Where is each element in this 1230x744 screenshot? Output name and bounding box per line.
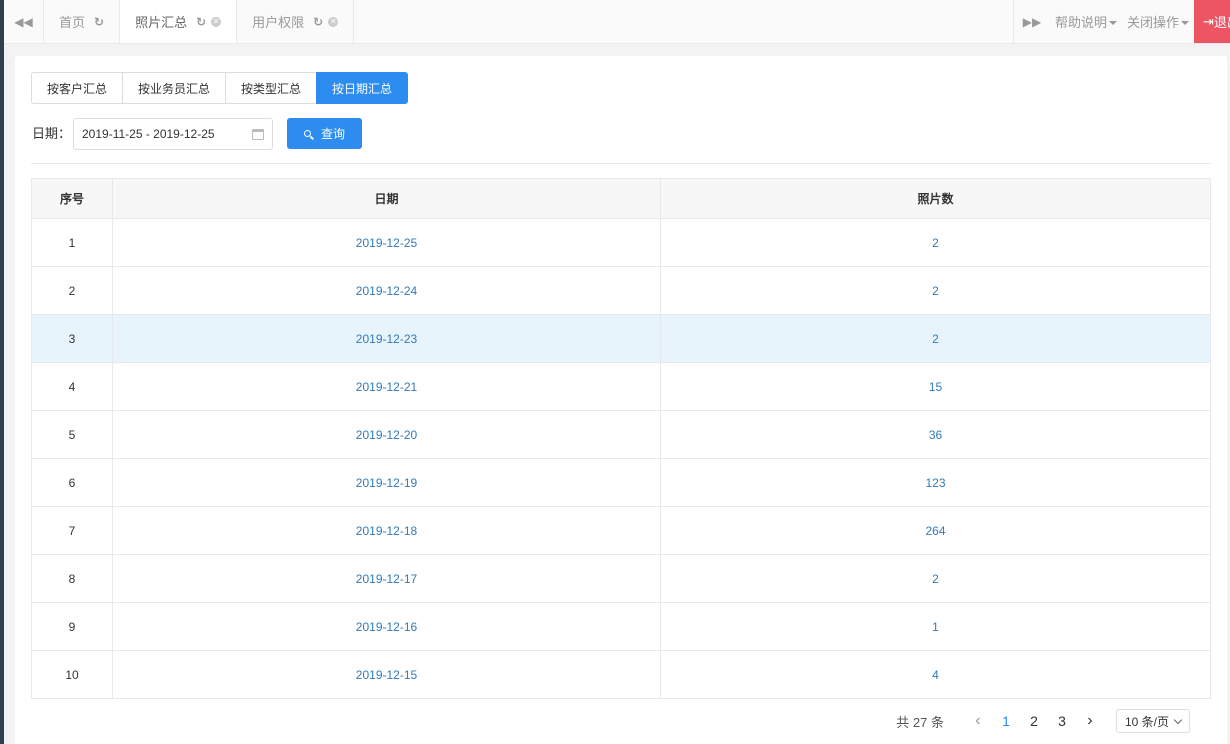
tab-label: 照片汇总 — [135, 15, 188, 30]
prev-page-button[interactable]: ‹ — [964, 712, 992, 730]
calendar-icon[interactable] — [252, 129, 264, 140]
tabs-scroll-right-button[interactable]: ▶▶ — [1014, 0, 1050, 43]
row-photo-count-link[interactable]: 1 — [660, 602, 1211, 651]
row-date-link[interactable]: 2019-12-24 — [112, 266, 661, 315]
refresh-icon[interactable]: ↻ — [313, 15, 323, 29]
refresh-icon[interactable]: ↻ — [196, 15, 206, 29]
close-icon[interactable]: ✕ — [211, 16, 222, 27]
table-row[interactable]: 2 2019-12-24 2 — [31, 266, 1211, 315]
row-photo-count-link[interactable]: 264 — [660, 506, 1211, 555]
help-label: 帮助说明 — [1054, 15, 1107, 30]
row-date-link[interactable]: 2019-12-18 — [112, 506, 661, 555]
caret-down-icon — [1181, 20, 1189, 25]
row-number: 2 — [31, 266, 113, 315]
row-date-link[interactable]: 2019-12-15 — [112, 650, 661, 699]
tab-home[interactable]: 首页 ↻ — [44, 0, 121, 43]
search-button[interactable]: 查询 — [287, 118, 362, 149]
table-row[interactable]: 8 2019-12-17 2 — [31, 554, 1211, 603]
column-header-no[interactable]: 序号 — [31, 178, 113, 219]
row-date-link[interactable]: 2019-12-16 — [112, 602, 661, 651]
date-range-value: 2019-11-25 - 2019-12-25 — [82, 127, 215, 141]
date-range-input[interactable]: 2019-11-25 - 2019-12-25 — [73, 118, 273, 150]
double-right-arrow-icon: ▶▶ — [1022, 14, 1042, 29]
close-operations-menu-button[interactable]: 关闭操作 — [1122, 0, 1194, 43]
summary-by-salesperson-button[interactable]: 按业务员汇总 — [122, 72, 227, 104]
row-number: 5 — [31, 410, 113, 459]
page-1-button[interactable]: 1 — [992, 713, 1020, 729]
row-number: 6 — [31, 458, 113, 507]
row-photo-count-link[interactable]: 2 — [660, 554, 1211, 603]
row-number: 1 — [31, 218, 113, 267]
row-number: 4 — [31, 362, 113, 411]
logout-label: 退出 — [1213, 15, 1230, 30]
summary-by-type-button[interactable]: 按类型汇总 — [225, 72, 318, 104]
row-photo-count-link[interactable]: 2 — [660, 218, 1211, 267]
tabs-scroll-left-button[interactable]: ◀◀ — [4, 0, 44, 43]
tab-user-permissions[interactable]: 用户权限 ↻ ✕ — [237, 0, 355, 43]
table-row[interactable]: 5 2019-12-20 36 — [31, 410, 1211, 459]
chevron-down-icon — [1173, 715, 1183, 724]
close-icon[interactable]: ✕ — [328, 16, 339, 27]
row-photo-count-link[interactable]: 36 — [660, 410, 1211, 459]
tab-label: 用户权限 — [252, 15, 305, 30]
search-icon — [303, 130, 311, 137]
logout-icon: ⇥ — [1203, 13, 1214, 29]
row-number: 10 — [31, 650, 113, 699]
tab-photo-summary[interactable]: 照片汇总 ↻ ✕ — [120, 0, 238, 43]
refresh-icon[interactable]: ↻ — [94, 15, 104, 29]
logout-button[interactable]: ⇥ 退出 — [1194, 0, 1230, 43]
table-row-highlighted[interactable]: 3 2019-12-23 2 — [31, 314, 1211, 363]
summary-by-customer-button[interactable]: 按客户汇总 — [31, 72, 124, 104]
row-number: 8 — [31, 554, 113, 603]
row-date-link[interactable]: 2019-12-19 — [112, 458, 661, 507]
page-size-value: 10 条/页 — [1124, 714, 1169, 729]
row-number: 7 — [31, 506, 113, 555]
table-row[interactable]: 1 2019-12-25 2 — [31, 218, 1211, 267]
row-number: 9 — [31, 602, 113, 651]
page-2-button[interactable]: 2 — [1020, 713, 1048, 729]
row-photo-count-link[interactable]: 15 — [660, 362, 1211, 411]
photo-summary-table: 序号 日期 照片数 1 2019-12-25 2 2 2019-12-24 2 … — [31, 178, 1211, 699]
row-photo-count-link[interactable]: 4 — [660, 650, 1211, 699]
table-row[interactable]: 7 2019-12-18 264 — [31, 506, 1211, 555]
page-size-select[interactable]: 10 条/页 — [1115, 709, 1190, 733]
help-menu-button[interactable]: 帮助说明 — [1050, 0, 1122, 43]
row-photo-count-link[interactable]: 2 — [660, 266, 1211, 315]
summary-by-date-button[interactable]: 按日期汇总 — [316, 72, 409, 104]
table-row[interactable]: 4 2019-12-21 15 — [31, 362, 1211, 411]
column-header-date[interactable]: 日期 — [112, 178, 661, 219]
table-row[interactable]: 10 2019-12-15 4 — [31, 650, 1211, 699]
page-3-button[interactable]: 3 — [1048, 713, 1076, 729]
table-row[interactable]: 9 2019-12-16 1 — [31, 602, 1211, 651]
row-date-link[interactable]: 2019-12-23 — [112, 314, 661, 363]
row-date-link[interactable]: 2019-12-20 — [112, 410, 661, 459]
row-photo-count-link[interactable]: 123 — [660, 458, 1211, 507]
pagination: 共 27 条 ‹ 1 2 3 › 10 条/页 — [896, 709, 1190, 733]
total-count: 共 27 条 — [896, 714, 944, 730]
row-date-link[interactable]: 2019-12-25 — [112, 218, 661, 267]
tab-spacer — [354, 0, 1014, 43]
divider — [31, 163, 1211, 164]
tab-bar: ◀◀ 首页 ↻ 照片汇总 ↻ ✕ 用户权限 ↻ ✕ ▶▶ 帮助说明 关闭操作 ⇥… — [4, 0, 1230, 44]
content-panel: 按客户汇总 按业务员汇总 按类型汇总 按日期汇总 日期： 2019-11-25 … — [15, 56, 1227, 744]
left-sidebar-edge — [0, 0, 4, 744]
row-date-link[interactable]: 2019-12-17 — [112, 554, 661, 603]
next-page-button[interactable]: › — [1076, 712, 1104, 730]
row-photo-count-link[interactable]: 2 — [660, 314, 1211, 363]
caret-down-icon — [1108, 20, 1117, 25]
table-row[interactable]: 6 2019-12-19 123 — [31, 458, 1211, 507]
row-date-link[interactable]: 2019-12-21 — [112, 362, 661, 411]
column-header-photo-count[interactable]: 照片数 — [660, 178, 1211, 219]
table-header-row: 序号 日期 照片数 — [31, 178, 1211, 219]
tab-label: 首页 — [59, 15, 86, 30]
close-ops-label: 关闭操作 — [1126, 15, 1179, 30]
row-number: 3 — [31, 314, 113, 363]
search-label: 查询 — [320, 127, 345, 141]
summary-mode-button-group: 按客户汇总 按业务员汇总 按类型汇总 按日期汇总 — [31, 72, 409, 104]
date-filter-label: 日期： — [32, 126, 72, 141]
double-left-arrow-icon: ◀◀ — [14, 14, 33, 29]
